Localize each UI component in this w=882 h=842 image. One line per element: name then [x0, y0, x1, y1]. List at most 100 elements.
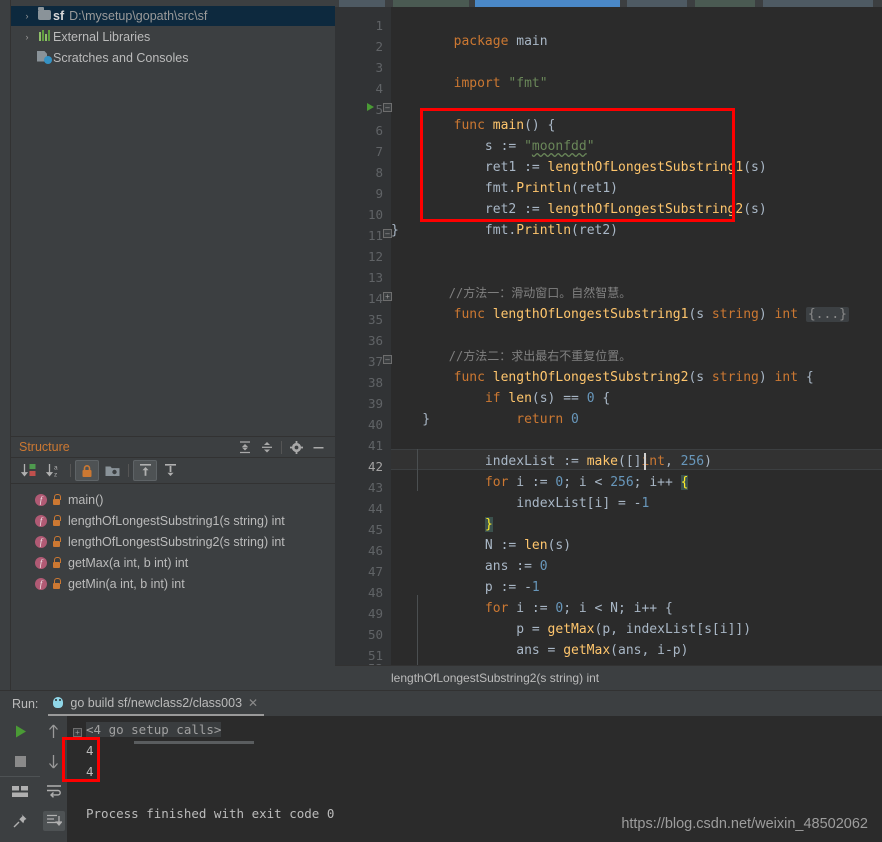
- run-label: Run:: [12, 696, 39, 711]
- code-line: p := -1: [453, 580, 540, 595]
- divider: [128, 464, 129, 477]
- code-line: indexList[i] = -1: [453, 496, 650, 511]
- run-tab[interactable]: go build sf/newclass2/class003 ✕: [48, 691, 265, 716]
- show-inherited-icon[interactable]: [133, 460, 157, 481]
- line-number: 11: [367, 228, 383, 243]
- project-item-path: D:\mysetup\gopath\src\sf: [69, 9, 208, 23]
- pin-button[interactable]: [0, 806, 40, 836]
- structure-item-getmax[interactable]: f getMax(a int, b int) int: [11, 552, 335, 573]
- project-tree-item-sf[interactable]: › sf D:\mysetup\gopath\src\sf: [11, 6, 335, 26]
- editor-gutter[interactable]: 1 2 3 4 5 6 7 8 9 10 11 12 13 14 35 36 3…: [335, 7, 392, 676]
- line-number: 36: [367, 333, 383, 348]
- code-line: ans = getMax(ans, i-p): [453, 643, 689, 658]
- sort-by-visibility-icon[interactable]: [17, 460, 41, 481]
- run-header: Run: go build sf/newclass2/class003 ✕: [0, 691, 882, 716]
- editor-tab-bar[interactable]: [335, 0, 882, 7]
- line-number: 50: [367, 627, 383, 642]
- line-number: 39: [367, 396, 383, 411]
- show-non-public-icon[interactable]: [75, 460, 99, 481]
- libraries-icon: [35, 30, 53, 44]
- line-number: 40: [367, 417, 383, 432]
- show-anonymous-icon[interactable]: [158, 460, 182, 481]
- structure-item-label: getMin(a int, b int) int: [68, 576, 185, 591]
- collapse-all-icon[interactable]: [256, 439, 278, 456]
- structure-item-getmin[interactable]: f getMin(a int, b int) int: [11, 573, 335, 594]
- code-line: import "fmt": [453, 76, 548, 91]
- line-number: 48: [367, 585, 383, 600]
- code-line: }: [391, 223, 399, 238]
- fold-expand-icon[interactable]: +: [73, 728, 82, 737]
- tab-inactive[interactable]: [763, 0, 873, 7]
- line-number: 45: [367, 522, 383, 537]
- chevron-right-icon[interactable]: ›: [19, 32, 35, 42]
- sort-alphabetically-icon[interactable]: az: [42, 460, 66, 481]
- line-number: 4: [375, 81, 383, 96]
- code-line: func main() {: [453, 118, 556, 133]
- scroll-to-end-button[interactable]: [40, 806, 67, 836]
- lock-icon: [52, 557, 61, 568]
- line-number: 37: [367, 354, 383, 369]
- expand-all-icon[interactable]: [234, 439, 256, 456]
- chevron-right-icon[interactable]: ›: [19, 11, 35, 21]
- code-line: if len(s) == 0 {: [484, 391, 611, 406]
- svg-text:z: z: [54, 471, 57, 478]
- structure-item-lengthoflongestsubstring2[interactable]: f lengthOfLongestSubstring2(s string) in…: [11, 531, 335, 552]
- tab-inactive[interactable]: [627, 0, 687, 7]
- group-icon[interactable]: [100, 460, 124, 481]
- gear-icon[interactable]: [285, 439, 307, 456]
- line-number: 43: [367, 480, 383, 495]
- lock-icon: [52, 536, 61, 547]
- run-tab-title: go build sf/newclass2/class003: [70, 695, 243, 710]
- soft-wrap-button[interactable]: [40, 776, 67, 806]
- close-icon[interactable]: ✕: [248, 696, 258, 710]
- function-badge-icon: f: [35, 535, 47, 548]
- code-editor[interactable]: 1 2 3 4 5 6 7 8 9 10 11 12 13 14 35 36 3…: [335, 0, 882, 690]
- prev-occurrence-button[interactable]: [40, 716, 67, 746]
- rerun-button[interactable]: [0, 716, 40, 746]
- code-line: }: [391, 657, 493, 665]
- code-content[interactable]: – – – – – package main import "fmt" func…: [391, 7, 882, 665]
- line-number: 1: [375, 18, 383, 33]
- text-caret: [644, 453, 646, 470]
- structure-item-label: getMax(a int, b int) int: [68, 555, 189, 570]
- project-tree-item-scratches[interactable]: Scratches and Consoles: [11, 48, 335, 68]
- svg-text:a: a: [54, 464, 58, 471]
- breadcrumb[interactable]: lengthOfLongestSubstring2(s string) int: [335, 665, 882, 690]
- structure-item-label: lengthOfLongestSubstring1(s string) int: [68, 513, 285, 528]
- structure-title: Structure: [19, 440, 70, 454]
- tab-inactive[interactable]: [393, 0, 469, 7]
- line-number: 2: [375, 39, 383, 54]
- project-panel: › sf D:\mysetup\gopath\src\sf › External…: [11, 0, 335, 436]
- code-line: return 0: [516, 412, 579, 427]
- code-line: for i := 0; i < N; i++ {: [484, 601, 673, 616]
- project-item-name: Scratches and Consoles: [53, 51, 189, 65]
- line-number: 46: [367, 543, 383, 558]
- console-scrollbar[interactable]: [134, 741, 254, 744]
- line-number: 9: [375, 186, 383, 201]
- tab-inactive[interactable]: [695, 0, 755, 7]
- line-number: 44: [367, 501, 383, 516]
- line-number: 7: [375, 144, 383, 159]
- line-number: 49: [367, 606, 383, 621]
- run-gutter-icon[interactable]: [367, 103, 374, 111]
- tab-inactive[interactable]: [339, 0, 385, 7]
- project-tree-item-external-libraries[interactable]: › External Libraries: [11, 27, 335, 47]
- minimize-icon[interactable]: [307, 439, 329, 456]
- line-number: 8: [375, 165, 383, 180]
- stop-button[interactable]: [0, 746, 40, 776]
- tab-active[interactable]: [475, 0, 620, 7]
- left-tool-strip[interactable]: [0, 0, 11, 690]
- scratches-icon: [35, 51, 53, 66]
- next-occurrence-button[interactable]: [40, 746, 67, 776]
- code-line: package main: [453, 34, 548, 49]
- project-item-name: External Libraries: [53, 30, 151, 44]
- code-line: ans := 0: [453, 559, 548, 574]
- layout-button[interactable]: [0, 776, 40, 806]
- line-number: 6: [375, 123, 383, 138]
- structure-item-lengthoflongestsubstring1[interactable]: f lengthOfLongestSubstring1(s string) in…: [11, 510, 335, 531]
- line-number: 12: [367, 249, 383, 264]
- print-button[interactable]: [40, 836, 67, 842]
- console-setup-text: <4 go setup calls>: [86, 722, 222, 737]
- structure-item-main[interactable]: f main(): [11, 489, 335, 510]
- structure-toolbar: az: [11, 458, 335, 484]
